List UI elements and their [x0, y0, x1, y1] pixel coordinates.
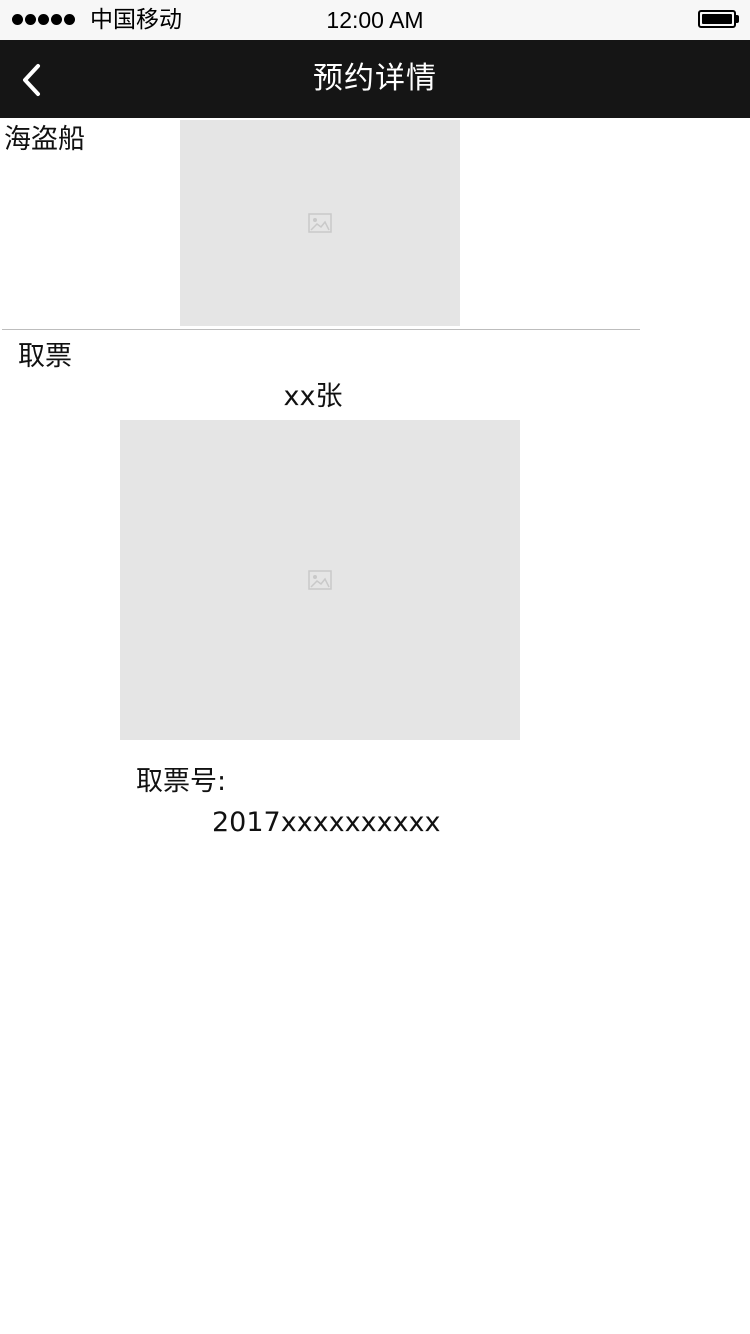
ticket-number-value: 2017xxxxxxxxxx — [212, 807, 441, 838]
venue-image — [180, 120, 460, 326]
status-bar: 中国移动 12:00 AM — [0, 0, 750, 40]
section-divider — [2, 329, 640, 330]
page-title: 预约详情 — [313, 61, 437, 96]
battery-icon — [698, 10, 736, 28]
ticket-count: xx张 — [283, 381, 343, 412]
image-placeholder-icon — [308, 213, 332, 233]
ticket-qr-image — [120, 420, 520, 740]
ticket-pickup-heading: 取票 — [18, 341, 72, 372]
navigation-bar: 预约详情 — [0, 40, 750, 118]
image-placeholder-icon — [308, 570, 332, 590]
venue-name: 海盗船 — [4, 124, 85, 155]
ticket-number-label: 取票号: — [136, 766, 227, 797]
battery-level — [702, 14, 732, 24]
status-time: 12:00 AM — [326, 7, 424, 33]
battery-tip — [736, 15, 739, 23]
